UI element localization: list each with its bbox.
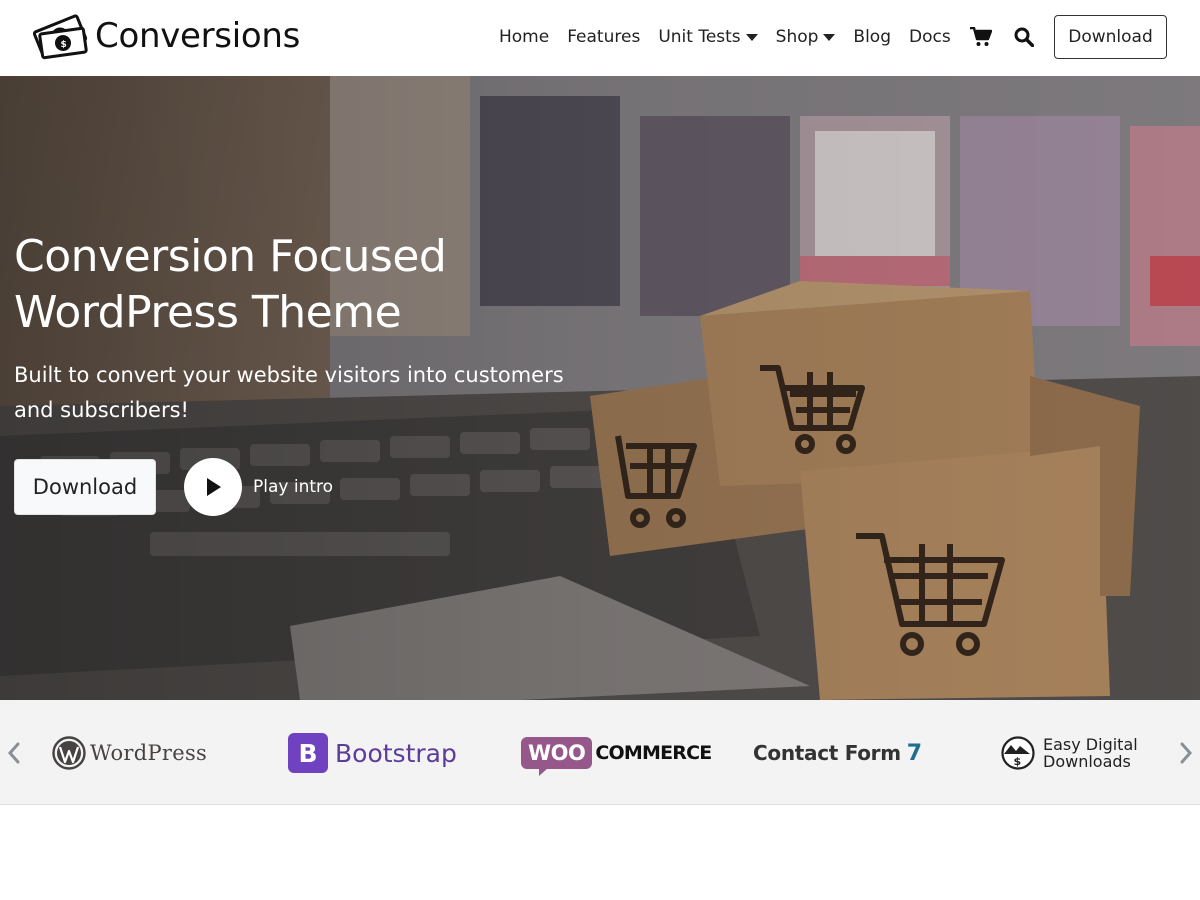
nav-item-label: Docs (909, 27, 951, 47)
hero-subtitle-line: and subscribers! (14, 398, 189, 422)
nav-item-docs[interactable]: Docs (900, 27, 960, 47)
contact-form-number: 7 (906, 740, 923, 766)
play-intro-button[interactable]: Play intro (184, 458, 333, 516)
chevron-left-icon[interactable] (2, 736, 26, 770)
edd-label: Easy Digital Downloads (1043, 736, 1138, 770)
nav-item-unit-tests[interactable]: Unit Tests (649, 27, 766, 47)
bootstrap-label: Bootstrap (335, 738, 457, 768)
header-download-button[interactable]: Download (1054, 15, 1167, 59)
nav-item-label: Features (567, 27, 641, 47)
nav-item-home[interactable]: Home (490, 27, 558, 47)
nav-item-blog[interactable]: Blog (844, 27, 900, 47)
play-intro-label: Play intro (253, 477, 334, 497)
nav-item-label: Shop (775, 27, 819, 47)
partner-logos-carousel: WordPress B Bootstrap WOO COMMERCE Conta… (0, 700, 1200, 805)
wordpress-logo[interactable]: WordPress (52, 728, 207, 778)
woocommerce-logo[interactable]: WOO COMMERCE (521, 728, 712, 778)
hero-subtitle-line: Built to convert your website visitors i… (14, 363, 564, 387)
woocommerce-label: COMMERCE (595, 742, 712, 764)
hero-section: Conversion Focused WordPress Theme Built… (0, 76, 1200, 700)
svg-text:$: $ (61, 40, 67, 50)
woocommerce-mark: WOO (521, 737, 593, 776)
hero-download-button[interactable]: Download (14, 459, 156, 515)
wordpress-icon (52, 736, 86, 770)
caret-down-icon (745, 33, 758, 41)
main-nav: Home Features Unit Tests Shop Blog Docs (490, 22, 1046, 52)
edd-mountain-dollar-icon: $ (1001, 736, 1035, 770)
nav-item-label: Blog (853, 27, 891, 47)
wordpress-label: WordPress (90, 741, 208, 765)
brand-link[interactable]: $ Conversions (31, 10, 300, 62)
bootstrap-mark: B (288, 733, 328, 773)
easy-digital-downloads-logo[interactable]: $ Easy Digital Downloads (1001, 728, 1138, 778)
edd-label-line: Downloads (1043, 752, 1131, 771)
hero-subtitle: Built to convert your website visitors i… (14, 358, 574, 428)
nav-item-features[interactable]: Features (558, 27, 649, 47)
caret-down-icon (823, 33, 836, 41)
play-icon (184, 458, 242, 516)
contact-form-7-logo[interactable]: Contact Form 7 (753, 728, 922, 778)
chevron-right-icon[interactable] (1174, 736, 1198, 770)
hero-title: Conversion Focused WordPress Theme (14, 229, 574, 341)
svg-text:$: $ (1014, 755, 1022, 768)
money-logo-icon: $ (32, 14, 88, 60)
brand-name: Conversions (95, 16, 301, 56)
bootstrap-logo[interactable]: B Bootstrap (288, 728, 457, 778)
site-header: $ Conversions Home Features Unit Tests S… (0, 0, 1200, 76)
nav-item-label: Unit Tests (658, 27, 741, 47)
hero-title-line: WordPress Theme (14, 287, 402, 338)
search-icon[interactable] (1003, 22, 1046, 52)
hero-title-line: Conversion Focused (14, 231, 447, 282)
cart-icon[interactable] (960, 22, 1003, 52)
contact-form-label: Contact Form (753, 741, 901, 765)
nav-item-shop[interactable]: Shop (767, 27, 845, 47)
nav-item-label: Home (499, 27, 550, 47)
